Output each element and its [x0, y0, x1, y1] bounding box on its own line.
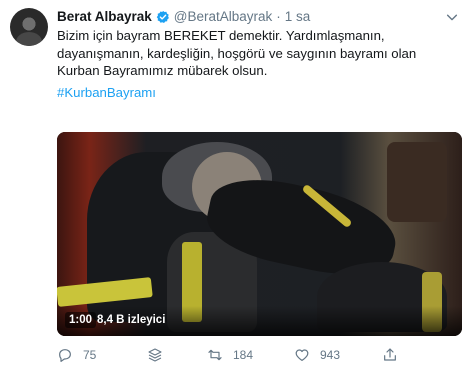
tweet-actions: 75 184 943 [57, 345, 462, 365]
background-detail [387, 142, 447, 222]
retweet-icon [208, 349, 222, 361]
stack-button[interactable] [147, 345, 173, 365]
reply-icon [59, 349, 71, 362]
hashtag-link[interactable]: #KurbanBayramı [57, 85, 156, 100]
avatar[interactable] [10, 8, 48, 46]
reply-count: 75 [83, 348, 97, 362]
like-button[interactable]: 943 [294, 345, 340, 365]
like-count: 943 [320, 348, 341, 362]
tweet-timestamp[interactable]: 1 sa [285, 9, 311, 24]
tweet-header: Berat Albayrak @BeratAlbayrak · 1 sa [57, 9, 310, 24]
like-icon [295, 349, 309, 361]
header-separator: · [276, 9, 281, 24]
author-handle[interactable]: @BeratAlbayrak [174, 9, 273, 24]
chevron-down-icon[interactable] [445, 10, 459, 24]
author-name[interactable]: Berat Albayrak [57, 9, 152, 24]
verified-badge-icon [156, 10, 169, 23]
share-icon [384, 348, 396, 361]
retweet-count: 184 [233, 348, 254, 362]
reply-button[interactable]: 75 [57, 345, 96, 365]
tweet-text: Bizim için bayram BEREKET demektir. Yard… [57, 28, 417, 78]
video-player[interactable]: 1:00 8,4 B izleyici [57, 132, 462, 336]
avatar-figure [16, 32, 42, 46]
video-view-count: 8,4 B izleyici [97, 314, 166, 326]
share-button[interactable] [382, 345, 408, 365]
stack-icon [148, 348, 162, 362]
video-duration: 1:00 [65, 312, 97, 328]
retweet-button[interactable]: 184 [207, 345, 253, 365]
